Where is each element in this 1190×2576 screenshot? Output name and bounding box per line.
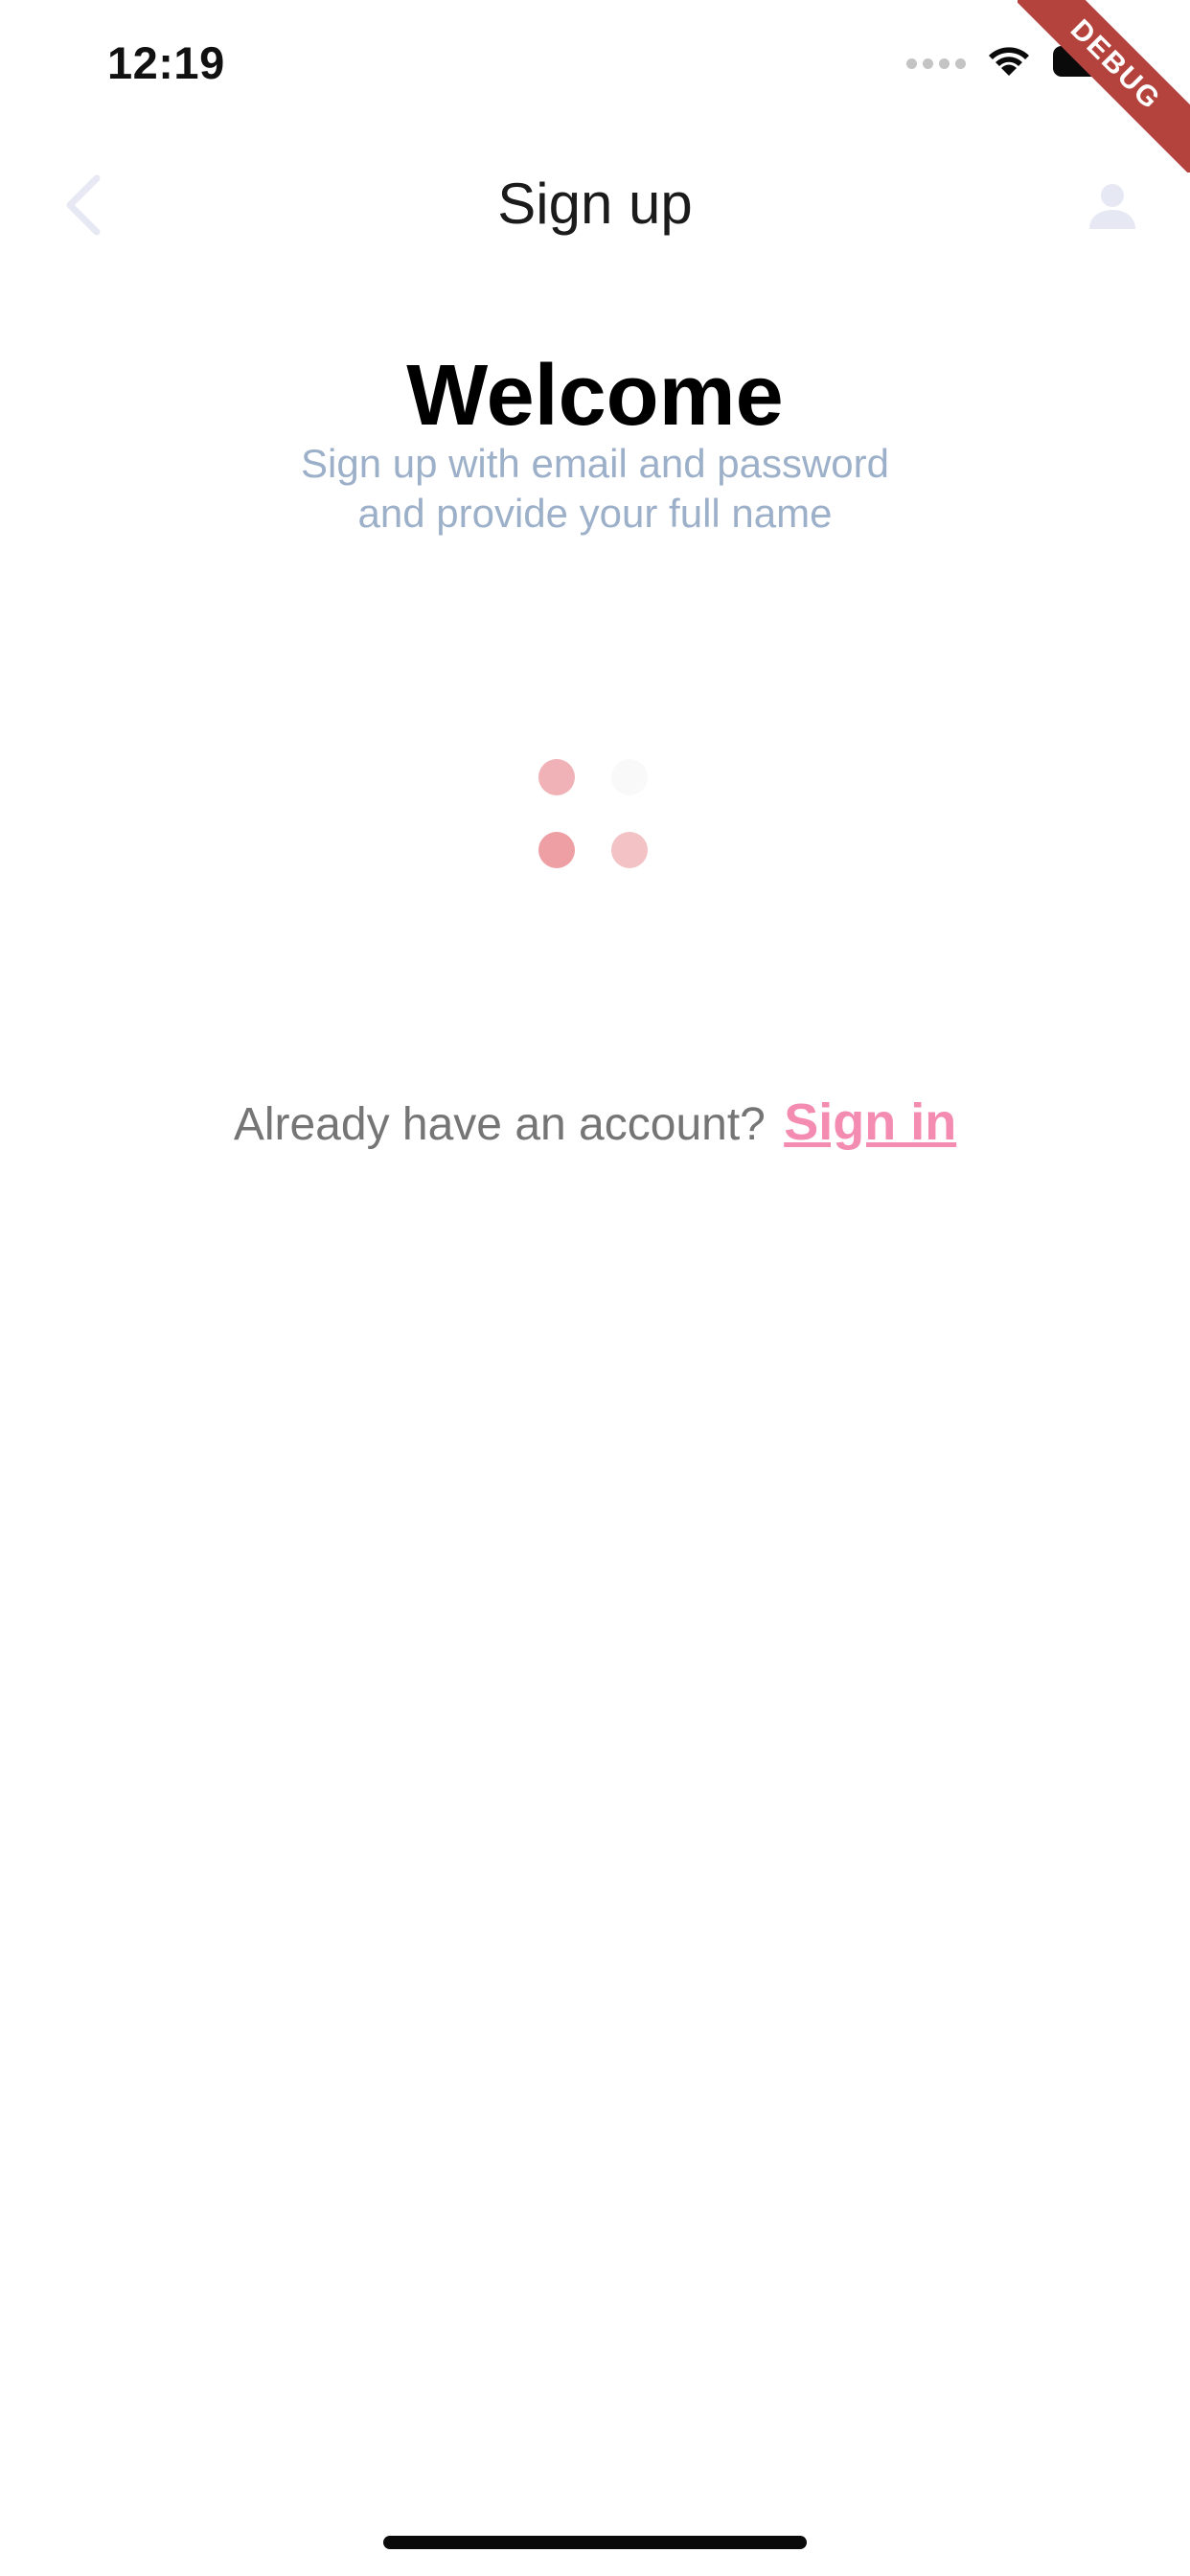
loading-dots-icon [538, 759, 652, 872]
loader-dot [538, 832, 575, 868]
wifi-icon [987, 45, 1031, 82]
welcome-subtitle: Sign up with email and password and prov… [0, 439, 1190, 539]
sign-in-link[interactable]: Sign in [784, 1093, 956, 1151]
signal-dots-icon [906, 58, 966, 69]
welcome-title: Welcome [406, 348, 784, 444]
welcome-subtitle-line2: and provide your full name [357, 491, 833, 536]
status-time: 12:19 [107, 37, 225, 88]
debug-banner: DEBUG [1018, 0, 1190, 172]
status-icons [906, 44, 1121, 83]
home-indicator [383, 2536, 807, 2549]
loader-dot [611, 832, 648, 868]
signin-prompt: Already have an account? Sign in [0, 1092, 1190, 1152]
profile-button[interactable] [1079, 174, 1146, 242]
signin-prompt-text: Already have an account? [233, 1099, 766, 1150]
welcome-subtitle-line1: Sign up with email and password [300, 441, 889, 486]
debug-banner-label: DEBUG [1018, 0, 1190, 172]
loader-dot [611, 759, 648, 795]
loader-dot [538, 759, 575, 795]
page-title: Sign up [497, 172, 693, 236]
person-icon [1087, 181, 1137, 236]
battery-icon [1052, 44, 1121, 83]
